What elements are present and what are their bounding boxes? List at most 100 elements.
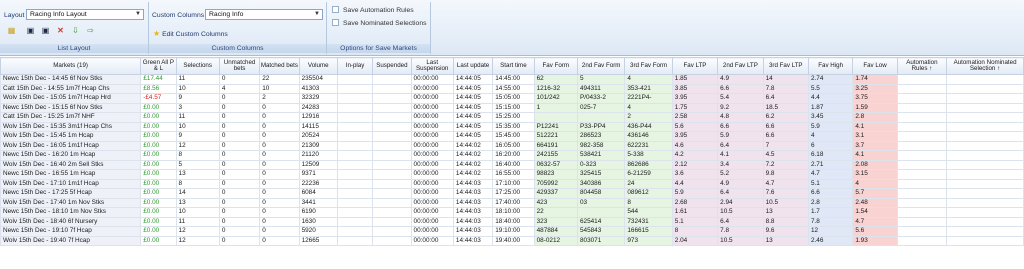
table-cell: 4.7 (762, 178, 809, 189)
table-cell: 00:00:00 (410, 226, 454, 237)
save-automation-rules-checkbox[interactable]: Save Automation Rules (332, 6, 414, 15)
market-name-cell: Wolv 15th Dec - 18:40 6f Nursery (0, 216, 142, 227)
table-cell: £0.00 (140, 197, 177, 208)
table-cell (896, 131, 948, 142)
table-cell (372, 140, 412, 151)
export-icon[interactable]: ⇨ (85, 26, 96, 36)
table-cell: 14:44:02 (452, 140, 494, 151)
column-header[interactable]: Unmatched bets (218, 57, 261, 75)
column-header[interactable]: Automation Rules ↑ (896, 57, 948, 75)
column-header[interactable]: Fav Form (533, 57, 578, 75)
table-cell: 15:25:00 (492, 112, 535, 123)
column-header[interactable]: Last update (452, 57, 494, 75)
table-cell: 2.74 (807, 74, 854, 85)
table-cell: 6.2 (762, 112, 809, 123)
column-header[interactable]: Volume (298, 57, 338, 75)
table-cell: 12916 (298, 112, 338, 123)
delete-icon[interactable]: ✕ (55, 26, 66, 36)
import-icon[interactable]: ⇩ (70, 26, 81, 36)
table-cell (372, 74, 412, 85)
column-header[interactable]: Suspended (372, 57, 412, 75)
column-header[interactable]: Matched bets (259, 57, 300, 75)
table-cell: 0 (218, 112, 261, 123)
table-cell: 4 (852, 178, 898, 189)
table-row[interactable]: Wolv 15th Dec - 17:10 1m1f Hcap £0.00 8 0 0 2… (0, 178, 1024, 189)
column-header[interactable]: 2nd Fav Form (576, 57, 626, 75)
table-cell: 7.8 (717, 226, 764, 237)
table-row[interactable]: Catt 15th Dec - 14:55 1m7f Hcap Chs £8.56… (0, 83, 1024, 94)
table-row[interactable]: Wolv 15th Dec - 16:40 2m Sell Stks £0.00 5… (0, 159, 1024, 170)
table-cell: £0.00 (140, 140, 177, 151)
table-cell: 0 (218, 121, 261, 132)
column-header[interactable]: Fav High (807, 57, 854, 75)
table-row[interactable]: Wolv 15th Dec - 19:40 7f Hcap £0.00 12 0 0 12… (0, 235, 1024, 246)
table-cell: 340386 (576, 178, 626, 189)
table-row[interactable]: Newc 15th Dec - 14:45 6f Nov Stks £17.44 1… (0, 74, 1024, 85)
table-row[interactable]: Wolv 15th Dec - 18:40 6f Nursery £0.00 11 0… (0, 216, 1024, 227)
table-cell: 242155 (533, 150, 578, 161)
table-cell (372, 169, 412, 180)
table-cell: 235504 (298, 74, 338, 85)
table-cell: £0.00 (140, 121, 177, 132)
table-row[interactable]: Newc 15th Dec - 19:10 7f Hcap £0.00 12 0 0 59… (0, 226, 1024, 237)
table-cell: £0.00 (140, 169, 177, 180)
layout-select[interactable]: Racing Info Layout ▼ (26, 9, 144, 20)
table-cell (896, 197, 948, 208)
table-row[interactable]: Newc 15th Dec - 18:10 1m Nov Stks £0.00 10… (0, 207, 1024, 218)
column-header[interactable]: Last Suspension (410, 57, 454, 75)
custom-columns-label: Custom Columns (152, 12, 205, 19)
table-cell: 6.6 (717, 83, 764, 94)
table-cell: 1.59 (852, 102, 898, 113)
table-row[interactable]: Newc 15th Dec - 15:15 6f Nov Stks £0.00 3 0… (0, 102, 1024, 113)
table-row[interactable]: Wolv 15th Dec - 15:05 1m7f Hcap Hrd -£4.5… (0, 93, 1024, 104)
table-cell: 2 (624, 112, 673, 123)
save-icon[interactable]: ▣ (25, 26, 36, 36)
table-row[interactable]: Newc 15th Dec - 16:20 1m Hcap £0.00 8 0 0 211… (0, 150, 1024, 161)
table-row[interactable]: Wolv 15th Dec - 15:35 3m1f Hcap Chs £0.00… (0, 121, 1024, 132)
table-cell (946, 197, 1024, 208)
market-name-cell: Catt 15th Dec - 14:55 1m7f Hcap Chs (0, 83, 142, 94)
table-row[interactable]: Wolv 15th Dec - 15:45 1m Hcap £0.00 9 0 0 205… (0, 131, 1024, 142)
table-cell: 14:44:03 (452, 235, 494, 246)
table-cell (946, 150, 1024, 161)
table-cell (946, 159, 1024, 170)
table-cell: 5.6 (852, 226, 898, 237)
table-cell: 00:00:00 (410, 150, 454, 161)
edit-custom-columns-button[interactable]: ★ Edit Custom Columns (153, 29, 228, 38)
column-header[interactable]: Start time (492, 57, 535, 75)
column-header[interactable]: Green All P & L (140, 57, 177, 75)
layout-grid-icon[interactable]: ▦ (6, 26, 17, 36)
column-header[interactable]: Markets (19) (0, 57, 142, 75)
table-cell (336, 74, 374, 85)
column-header[interactable]: Fav LTP (671, 57, 719, 75)
table-cell: 0 (259, 178, 300, 189)
table-cell (336, 216, 374, 227)
column-header[interactable]: Selections (175, 57, 220, 75)
table-cell: 11 (175, 112, 220, 123)
table-cell: 00:00:00 (410, 83, 454, 94)
column-header[interactable]: 3rd Fav Form (624, 57, 673, 75)
column-header[interactable]: Automation Nominated Selection ↑ (946, 57, 1024, 75)
table-cell: 7.6 (762, 188, 809, 199)
column-header[interactable]: Fav Low (852, 57, 898, 75)
save-nominated-selections-checkbox[interactable]: Save Nominated Selections (332, 19, 427, 28)
table-cell: 2.8 (807, 197, 854, 208)
table-row[interactable]: Newc 15th Dec - 17:25 5f Hcap £0.00 14 0 0 60… (0, 188, 1024, 199)
custom-columns-select[interactable]: Racing Info ▼ (205, 9, 323, 20)
table-row[interactable]: Wolv 15th Dec - 16:05 1m1f Hcap £0.00 12 0 0… (0, 140, 1024, 151)
table-cell: 1.61 (671, 207, 719, 218)
table-cell: 0 (259, 188, 300, 199)
table-cell: 6.18 (807, 150, 854, 161)
save-as-icon[interactable]: ▣ (40, 26, 51, 36)
table-row[interactable]: Wolv 15th Dec - 17:40 1m Nov Stks £0.00 13… (0, 197, 1024, 208)
table-cell: 00:00:00 (410, 112, 454, 123)
column-header[interactable]: 3rd Fav LTP (762, 57, 809, 75)
table-cell: 22 (259, 74, 300, 85)
table-cell: 6.6 (717, 121, 764, 132)
market-name-cell: Wolv 15th Dec - 15:05 1m7f Hcap Hrd (0, 93, 142, 104)
table-row[interactable]: Newc 15th Dec - 16:55 1m Hcap £0.00 13 0 0 93… (0, 169, 1024, 180)
column-header[interactable]: 2nd Fav LTP (717, 57, 764, 75)
table-cell: 24 (624, 178, 673, 189)
table-row[interactable]: Catt 15th Dec - 15:25 1m7f NHF £0.00 11 0 0 1… (0, 112, 1024, 123)
column-header[interactable]: In-play (336, 57, 374, 75)
